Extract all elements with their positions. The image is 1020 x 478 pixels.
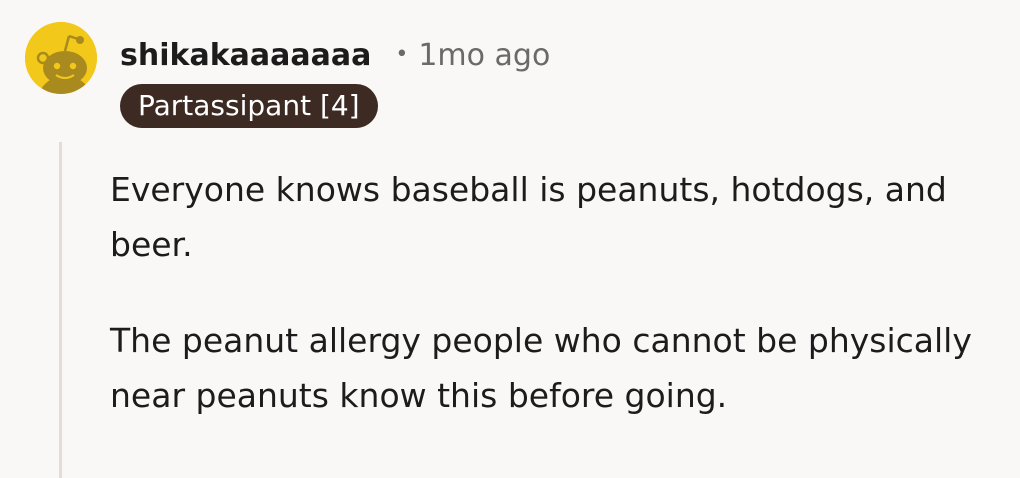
snoo-avatar-icon[interactable] <box>25 22 97 94</box>
comment-timestamp[interactable]: 1mo ago <box>418 38 550 73</box>
thread-collapse-line[interactable] <box>59 142 62 478</box>
user-flair-badge: Partassipant [4] <box>120 84 378 128</box>
author-username[interactable]: shikakaaaaaaa <box>120 38 371 73</box>
comment-paragraph: The peanut allergy people who cannot be … <box>110 321 972 415</box>
comment-header: shikakaaaaaaa • 1mo ago <box>120 33 550 77</box>
comment-body: Everyone knows baseball is peanuts, hotd… <box>110 162 1000 464</box>
comment-paragraph: Everyone knows baseball is peanuts, hotd… <box>110 170 947 264</box>
comment: shikakaaaaaaa • 1mo ago Partassipant [4]… <box>0 0 1020 478</box>
meta-separator: • <box>395 41 409 67</box>
